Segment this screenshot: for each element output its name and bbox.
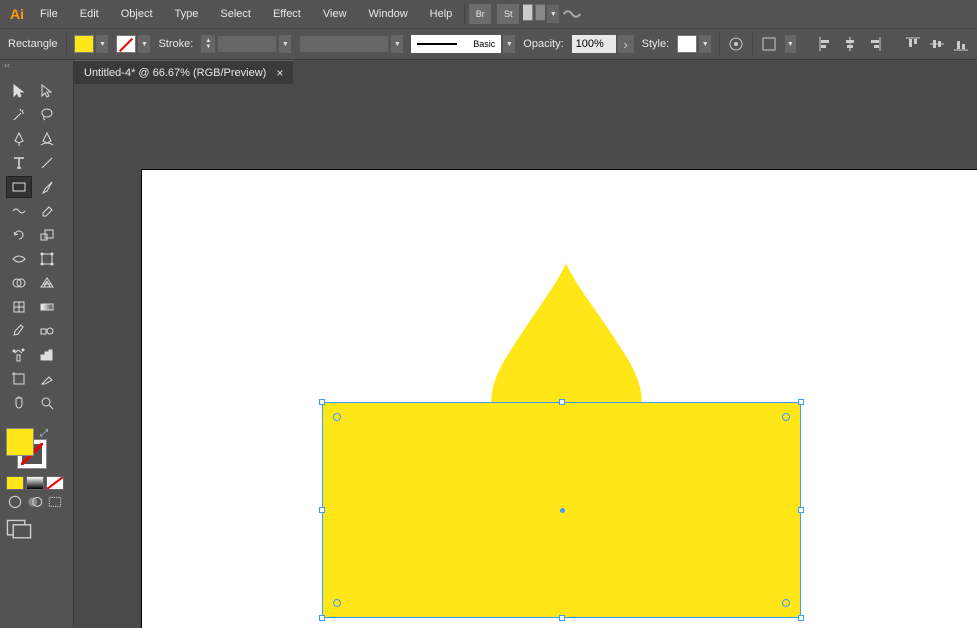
symbol-sprayer-tool[interactable] xyxy=(6,344,32,366)
menu-select[interactable]: Select xyxy=(210,4,261,24)
menu-window[interactable]: Window xyxy=(359,4,418,24)
stroke-swatch[interactable] xyxy=(116,35,136,53)
opacity-label: Opacity: xyxy=(523,38,563,50)
rotate-tool[interactable] xyxy=(6,224,32,246)
graphic-style-dropdown[interactable] xyxy=(699,35,711,53)
slice-tool[interactable] xyxy=(34,368,60,390)
blend-tool[interactable] xyxy=(34,320,60,342)
column-graph-tool[interactable] xyxy=(34,344,60,366)
opacity-input[interactable]: 100% xyxy=(572,35,616,53)
align-to-dropdown[interactable] xyxy=(785,35,796,53)
stock-icon[interactable]: St xyxy=(497,4,519,24)
stroke-dropdown[interactable] xyxy=(138,35,150,53)
align-top-icon[interactable] xyxy=(905,35,921,53)
recolor-icon[interactable] xyxy=(728,35,744,53)
shape-builder-tool[interactable] xyxy=(6,272,32,294)
workspace[interactable] xyxy=(74,84,977,628)
perspective-grid-tool[interactable] xyxy=(34,272,60,294)
eraser-tool[interactable] xyxy=(34,200,60,222)
shaper-tool[interactable] xyxy=(6,200,32,222)
rectangle-tool[interactable] xyxy=(6,176,32,198)
paintbrush-tool[interactable] xyxy=(34,176,60,198)
document-tab-title: Untitled-4* @ 66.67% (RGB/Preview) xyxy=(84,67,266,79)
menu-view[interactable]: View xyxy=(313,4,357,24)
draw-inside-icon[interactable] xyxy=(46,494,64,508)
separator xyxy=(752,33,753,55)
draw-normal-icon[interactable] xyxy=(6,494,24,508)
menu-file[interactable]: File xyxy=(30,4,68,24)
swap-fill-stroke-icon[interactable]: ⤢ xyxy=(40,428,48,439)
direct-selection-tool[interactable] xyxy=(34,80,60,102)
shape-type-label: Rectangle xyxy=(8,38,58,50)
document-tab[interactable]: Untitled-4* @ 66.67% (RGB/Preview) × xyxy=(74,60,293,84)
screen-mode-icon[interactable] xyxy=(6,520,32,538)
close-tab-icon[interactable]: × xyxy=(276,66,283,80)
color-mode-none[interactable] xyxy=(46,476,64,490)
brush-definition[interactable]: Basic xyxy=(411,35,501,53)
panel-collapse-icon[interactable]: ‹‹ xyxy=(0,60,73,74)
align-bottom-icon[interactable] xyxy=(953,35,969,53)
bridge-icon[interactable]: Br xyxy=(469,4,491,24)
align-right-icon[interactable] xyxy=(866,35,882,53)
color-mode-gradient[interactable] xyxy=(26,476,44,490)
color-mode-solid[interactable] xyxy=(6,476,24,490)
app-logo: Ai xyxy=(6,3,28,25)
align-vcenter-icon[interactable] xyxy=(929,35,945,53)
arrange-documents-icon[interactable] xyxy=(523,4,545,24)
selection-tool[interactable] xyxy=(6,80,32,102)
color-mode-row xyxy=(0,476,73,490)
align-hcenter-icon[interactable] xyxy=(842,35,858,53)
magic-wand-tool[interactable] xyxy=(6,104,32,126)
pen-tool[interactable] xyxy=(6,128,32,150)
scale-tool[interactable] xyxy=(34,224,60,246)
style-label: Style: xyxy=(642,38,670,50)
variable-width-dropdown[interactable] xyxy=(391,35,403,53)
lasso-tool[interactable] xyxy=(34,104,60,126)
stroke-weight-dropdown[interactable] xyxy=(279,35,291,53)
variable-width-profile[interactable] xyxy=(299,35,389,53)
separator xyxy=(719,33,720,55)
fill-box[interactable] xyxy=(6,428,34,456)
hand-tool[interactable] xyxy=(6,392,32,414)
type-tool[interactable] xyxy=(6,152,32,174)
tools-panel: ‹‹ ⤢ xyxy=(0,60,74,628)
free-transform-tool[interactable] xyxy=(34,248,60,270)
gradient-tool[interactable] xyxy=(34,296,60,318)
fill-dropdown[interactable] xyxy=(96,35,108,53)
menu-help[interactable]: Help xyxy=(420,4,463,24)
eyedropper-tool[interactable] xyxy=(6,320,32,342)
document-tab-bar: Untitled-4* @ 66.67% (RGB/Preview) × xyxy=(74,60,977,84)
stroke-label: Stroke: xyxy=(158,38,193,50)
fill-stroke-control[interactable]: ⤢ xyxy=(6,428,46,468)
opacity-flyout[interactable] xyxy=(618,35,634,53)
draw-behind-icon[interactable] xyxy=(26,494,44,508)
align-to-icon[interactable] xyxy=(761,35,777,53)
screen-mode-row xyxy=(0,516,73,542)
draw-mode-row xyxy=(0,490,73,512)
stroke-weight-input[interactable] xyxy=(217,35,277,53)
artboard-tool[interactable] xyxy=(6,368,32,390)
separator xyxy=(66,33,67,55)
menu-type[interactable]: Type xyxy=(165,4,209,24)
artboard[interactable] xyxy=(141,169,977,628)
menu-bar: Ai File Edit Object Type Select Effect V… xyxy=(0,0,977,28)
zoom-tool[interactable] xyxy=(34,392,60,414)
width-tool[interactable] xyxy=(6,248,32,270)
menu-effect[interactable]: Effect xyxy=(263,4,311,24)
line-tool[interactable] xyxy=(34,152,60,174)
brush-dropdown[interactable] xyxy=(503,35,515,53)
stroke-weight-stepper[interactable]: ▲▼ xyxy=(201,35,215,53)
menu-edit[interactable]: Edit xyxy=(70,4,109,24)
curvature-tool[interactable] xyxy=(34,128,60,150)
gpu-icon[interactable] xyxy=(561,4,583,24)
graphic-style-swatch[interactable] xyxy=(677,35,697,53)
arrange-dropdown[interactable] xyxy=(547,5,559,23)
fill-swatch[interactable] xyxy=(74,35,94,53)
rectangle-object[interactable] xyxy=(322,402,801,618)
menu-object[interactable]: Object xyxy=(111,4,163,24)
align-left-icon[interactable] xyxy=(818,35,834,53)
mesh-tool[interactable] xyxy=(6,296,32,318)
separator xyxy=(464,3,465,25)
control-bar: Rectangle Stroke: ▲▼ Basic Opacity: 100%… xyxy=(0,28,977,60)
